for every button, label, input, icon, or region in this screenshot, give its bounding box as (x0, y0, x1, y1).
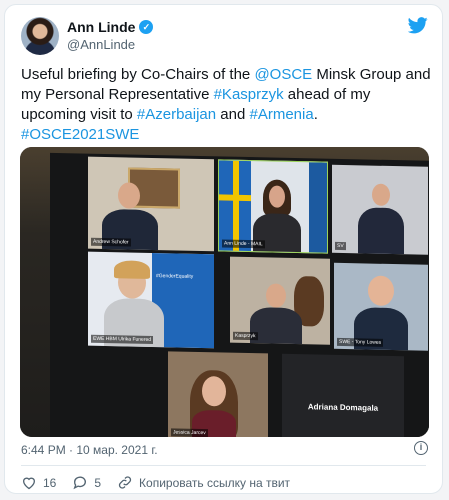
like-count: 16 (43, 475, 57, 490)
hashtag-kasprzyk[interactable]: #Kasprzyk (214, 86, 284, 103)
mention-osce[interactable]: @OSCE (254, 66, 312, 83)
hashtag-armenia[interactable]: #Armenia (249, 106, 313, 123)
tile-jessica: Jessica Jarcev (168, 351, 268, 437)
like-button[interactable]: 16 (21, 475, 56, 490)
tweet-photo[interactable]: Andrew Schofer Ann Linde - MAIL SV #Gend… (20, 147, 429, 437)
info-icon[interactable]: i (414, 441, 428, 455)
author-name[interactable]: Ann Linde (67, 19, 135, 35)
tweet-card: Ann Linde ✓ @AnnLinde Useful briefing by… (4, 4, 443, 494)
hashtag-azerbaijan[interactable]: #Azerbaijan (137, 106, 216, 123)
tile-sv: SV (332, 164, 428, 255)
copy-link-button[interactable]: Копировать ссылку на твит (117, 475, 290, 490)
tile-ewe: #GenderEquality EWE HBM Ulrika Funered (88, 251, 214, 349)
link-icon (118, 476, 132, 489)
reply-button[interactable]: 5 (72, 475, 101, 490)
tile-adriana: Adriana Domagala (282, 353, 404, 437)
reply-icon (73, 476, 87, 490)
verified-badge-icon: ✓ (139, 20, 154, 34)
gender-equality-text: #GenderEquality (156, 273, 194, 280)
tile-andrew: Andrew Schofer (88, 156, 214, 252)
copy-link-label: Копировать ссылку на твит (139, 475, 291, 490)
reply-count: 5 (94, 475, 102, 490)
twitter-bird-icon[interactable] (408, 17, 428, 34)
avatar[interactable] (21, 17, 59, 55)
divider (21, 465, 426, 466)
tweet-text: Useful briefing by Co-Chairs of the @OSC… (21, 66, 431, 143)
author-row: Ann Linde ✓ (67, 19, 154, 35)
video-call-screen: Andrew Schofer Ann Linde - MAIL SV #Gend… (50, 152, 429, 437)
hashtag-osce2021swe[interactable]: #OSCE2021SWE (21, 126, 139, 143)
tile-kasprzyk: Kasprzyk (230, 256, 330, 345)
tile-tony: SWE - Tony Lowes (334, 262, 428, 351)
action-bar: 16 5 Копировать ссылку на твит (21, 475, 306, 490)
tile-ann: Ann Linde - MAIL (218, 159, 328, 254)
author-handle[interactable]: @AnnLinde (67, 37, 135, 52)
tweet-timestamp[interactable]: 6:44 PM · 10 мар. 2021 г. (21, 443, 158, 457)
heart-icon (22, 477, 36, 490)
